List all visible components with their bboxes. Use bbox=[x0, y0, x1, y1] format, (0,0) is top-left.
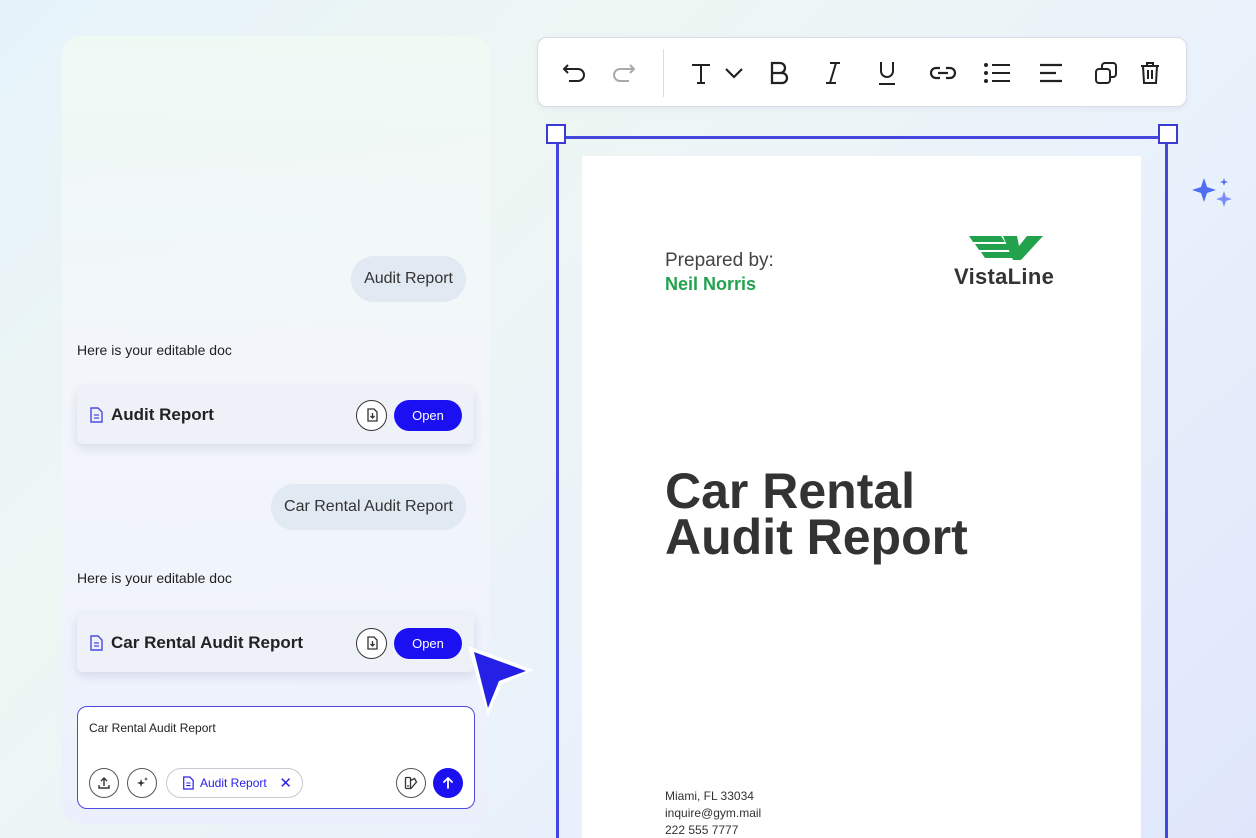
sparkle-icon bbox=[1192, 178, 1232, 207]
palette-icon bbox=[404, 776, 418, 790]
resize-handle-top-left[interactable] bbox=[546, 124, 566, 144]
upload-icon bbox=[98, 777, 110, 789]
user-message-text: Car Rental Audit Report bbox=[284, 498, 453, 515]
duplicate-icon bbox=[1095, 62, 1117, 84]
assistant-message-text: Here is your editable doc bbox=[77, 570, 232, 586]
resize-handle-top-right[interactable] bbox=[1158, 124, 1178, 144]
user-message-text: Audit Report bbox=[364, 270, 453, 287]
file-icon bbox=[89, 635, 103, 651]
bulleted-list-icon bbox=[984, 63, 1010, 83]
underline-icon bbox=[879, 62, 895, 85]
sparkle-icon bbox=[137, 777, 148, 787]
send-icon bbox=[443, 777, 453, 789]
redo-icon bbox=[613, 64, 636, 82]
ai-assist-button[interactable] bbox=[127, 768, 157, 798]
italic-button[interactable] bbox=[818, 58, 848, 88]
upload-button[interactable] bbox=[89, 768, 119, 798]
prompt-composer[interactable]: Car Rental Audit Report Audit Report ✕ bbox=[77, 706, 475, 809]
selection-frame bbox=[556, 136, 1168, 838]
user-message-bubble: Audit Report bbox=[351, 256, 466, 302]
delete-icon bbox=[1141, 62, 1159, 84]
close-icon[interactable]: ✕ bbox=[279, 776, 292, 791]
doc-card[interactable]: Audit Report Open bbox=[77, 386, 474, 444]
chevron-down-icon bbox=[725, 68, 743, 79]
bulleted-list-button[interactable] bbox=[982, 58, 1012, 88]
user-message-bubble: Car Rental Audit Report bbox=[271, 484, 466, 530]
open-button[interactable]: Open bbox=[394, 627, 462, 659]
link-button[interactable] bbox=[928, 58, 958, 88]
underline-button[interactable] bbox=[872, 58, 902, 88]
text-style-icon bbox=[692, 64, 710, 84]
align-left-button[interactable] bbox=[1036, 58, 1066, 88]
chip-label: Audit Report bbox=[200, 776, 267, 790]
download-icon bbox=[366, 636, 378, 650]
open-button[interactable]: Open bbox=[394, 399, 462, 431]
toolbar-divider bbox=[663, 49, 664, 97]
delete-button[interactable] bbox=[1135, 58, 1165, 88]
attached-doc-chip[interactable]: Audit Report ✕ bbox=[166, 768, 303, 798]
doc-card-title: Audit Report bbox=[111, 405, 214, 424]
doc-card[interactable]: Car Rental Audit Report Open bbox=[77, 614, 474, 672]
editor-toolbar bbox=[537, 37, 1187, 107]
duplicate-button[interactable] bbox=[1091, 58, 1121, 88]
prompt-input[interactable]: Car Rental Audit Report bbox=[89, 721, 216, 735]
cursor-arrow-icon bbox=[468, 646, 534, 716]
file-icon bbox=[89, 407, 103, 423]
download-button[interactable] bbox=[356, 627, 387, 659]
link-icon bbox=[929, 66, 957, 80]
align-left-icon bbox=[1040, 63, 1062, 83]
chat-panel: Audit Report Here is your editable doc A… bbox=[62, 36, 490, 824]
download-button[interactable] bbox=[356, 399, 387, 431]
undo-button[interactable] bbox=[560, 58, 590, 88]
file-icon bbox=[183, 776, 194, 790]
send-button[interactable] bbox=[433, 768, 463, 798]
text-style-button[interactable] bbox=[686, 58, 716, 88]
download-icon bbox=[366, 408, 378, 422]
style-button[interactable] bbox=[396, 768, 426, 798]
assistant-message-text: Here is your editable doc bbox=[77, 342, 232, 358]
doc-card-title: Car Rental Audit Report bbox=[111, 633, 304, 652]
bold-button[interactable] bbox=[764, 58, 794, 88]
text-style-dropdown[interactable] bbox=[719, 58, 749, 88]
italic-icon bbox=[826, 62, 840, 84]
undo-icon bbox=[562, 64, 585, 82]
bold-icon bbox=[770, 61, 789, 85]
redo-button[interactable] bbox=[608, 58, 638, 88]
